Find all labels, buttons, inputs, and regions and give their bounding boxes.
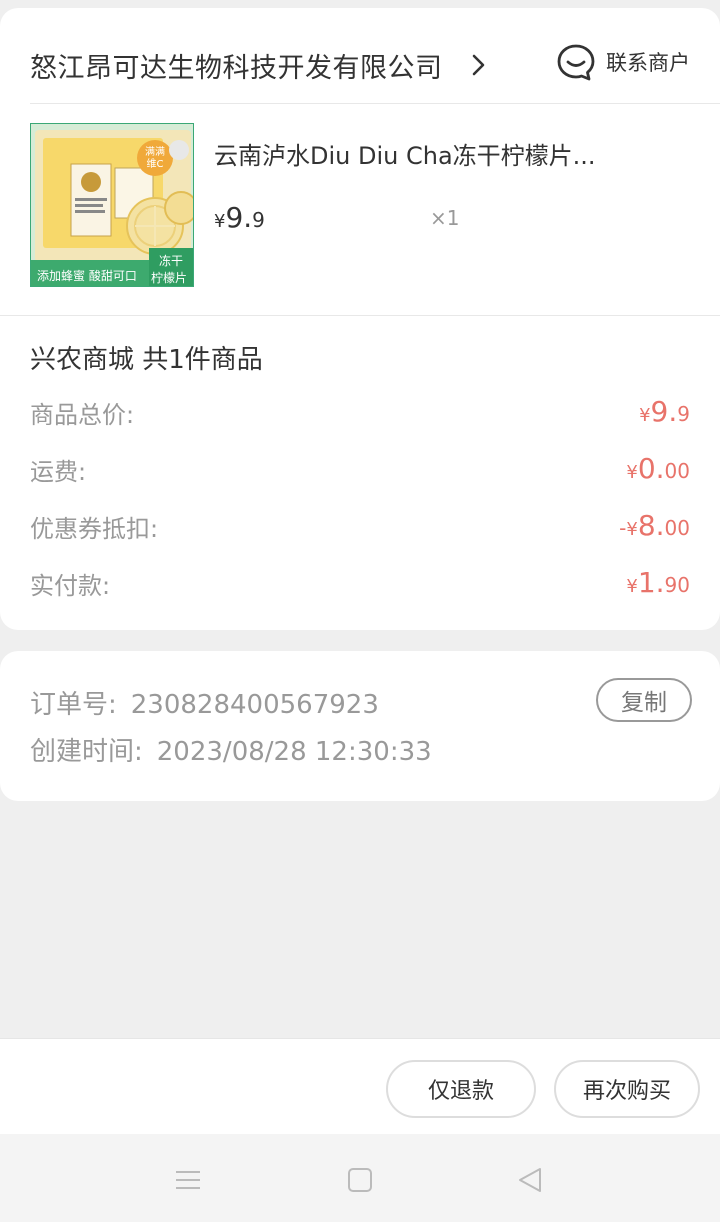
summary-value: -¥8.00 [619,509,690,542]
shop-header[interactable]: 怒江昂可达生物科技开发有限公司 联系商户 [30,44,690,90]
order-info-card: 订单号: 230828400567923 复制 创建时间: 2023/08/28 1… [0,651,720,801]
summary-label: 实付款: [30,572,111,600]
order-time-label: 创建时间: [30,737,143,767]
product-image[interactable]: 满满 维C 添加蜂蜜 酸甜可口 冻干 柠檬片 [30,123,194,287]
badge-text-2: 维C [147,157,164,170]
menu-icon[interactable] [174,1166,202,1194]
product-price: ¥9.9 [214,201,265,234]
lemon-product-illustration: 满满 维C 添加蜂蜜 酸甜可口 冻干 柠檬片 [31,124,193,286]
bottom-action-bar: 仅退款 再次购买 [0,1038,720,1134]
price-decimal: 9 [252,208,265,232]
summary-row-paid: 实付款: ¥1.90 [30,566,690,606]
chevron-right-icon [472,54,485,76]
order-number-row: 订单号: 230828400567923 [30,684,379,721]
summary-row-coupon: 优惠券抵扣: -¥8.00 [30,509,690,549]
shop-name[interactable]: 怒江昂可达生物科技开发有限公司 [30,46,443,85]
banner-text-right-1: 冻干 [159,253,183,268]
summary-value: ¥9.9 [639,395,690,428]
system-nav-bar [0,1134,720,1222]
banner-text-right-2: 柠檬片 [151,270,187,285]
summary-label: 优惠券抵扣: [30,515,159,543]
divider [0,315,720,316]
copy-button[interactable]: 复制 [596,678,692,722]
order-time-row: 创建时间: 2023/08/28 12:30:33 [30,731,432,768]
currency-symbol: ¥ [214,211,226,232]
triangle-back-icon[interactable] [516,1166,544,1194]
banner-text-left: 添加蜂蜜 酸甜可口 [37,268,137,283]
price-integer: 9. [225,201,253,234]
summary-label: 商品总价: [30,401,135,429]
summary-label: 运费: [30,458,87,486]
order-detail-card: 怒江昂可达生物科技开发有限公司 联系商户 满满 维C 添加蜂蜜 酸甜可口 冻干 … [0,8,720,630]
divider [30,103,720,104]
product-title[interactable]: 云南泸水Diu Diu Cha冻干柠檬片... [214,136,634,171]
square-icon[interactable] [346,1166,374,1194]
badge-text-1: 满满 [145,146,165,158]
buy-again-button[interactable]: 再次购买 [554,1060,700,1118]
summary-value: ¥0.00 [626,452,690,485]
summary-row-shipping: 运费: ¥0.00 [30,452,690,492]
contact-merchant-button[interactable]: 联系商户 [556,40,690,84]
chat-bubble-icon [557,44,595,81]
summary-title: 兴农商城 共1件商品 [30,345,263,375]
summary-row-total: 商品总价: ¥9.9 [30,395,690,435]
order-time: 2023/08/28 12:30:33 [156,737,432,767]
order-number: 230828400567923 [130,690,379,720]
order-number-label: 订单号: [30,690,117,720]
summary-value: ¥1.90 [626,566,690,599]
product-quantity: ×1 [430,206,460,230]
contact-merchant-label: 联系商户 [606,51,690,75]
refund-only-button[interactable]: 仅退款 [386,1060,536,1118]
